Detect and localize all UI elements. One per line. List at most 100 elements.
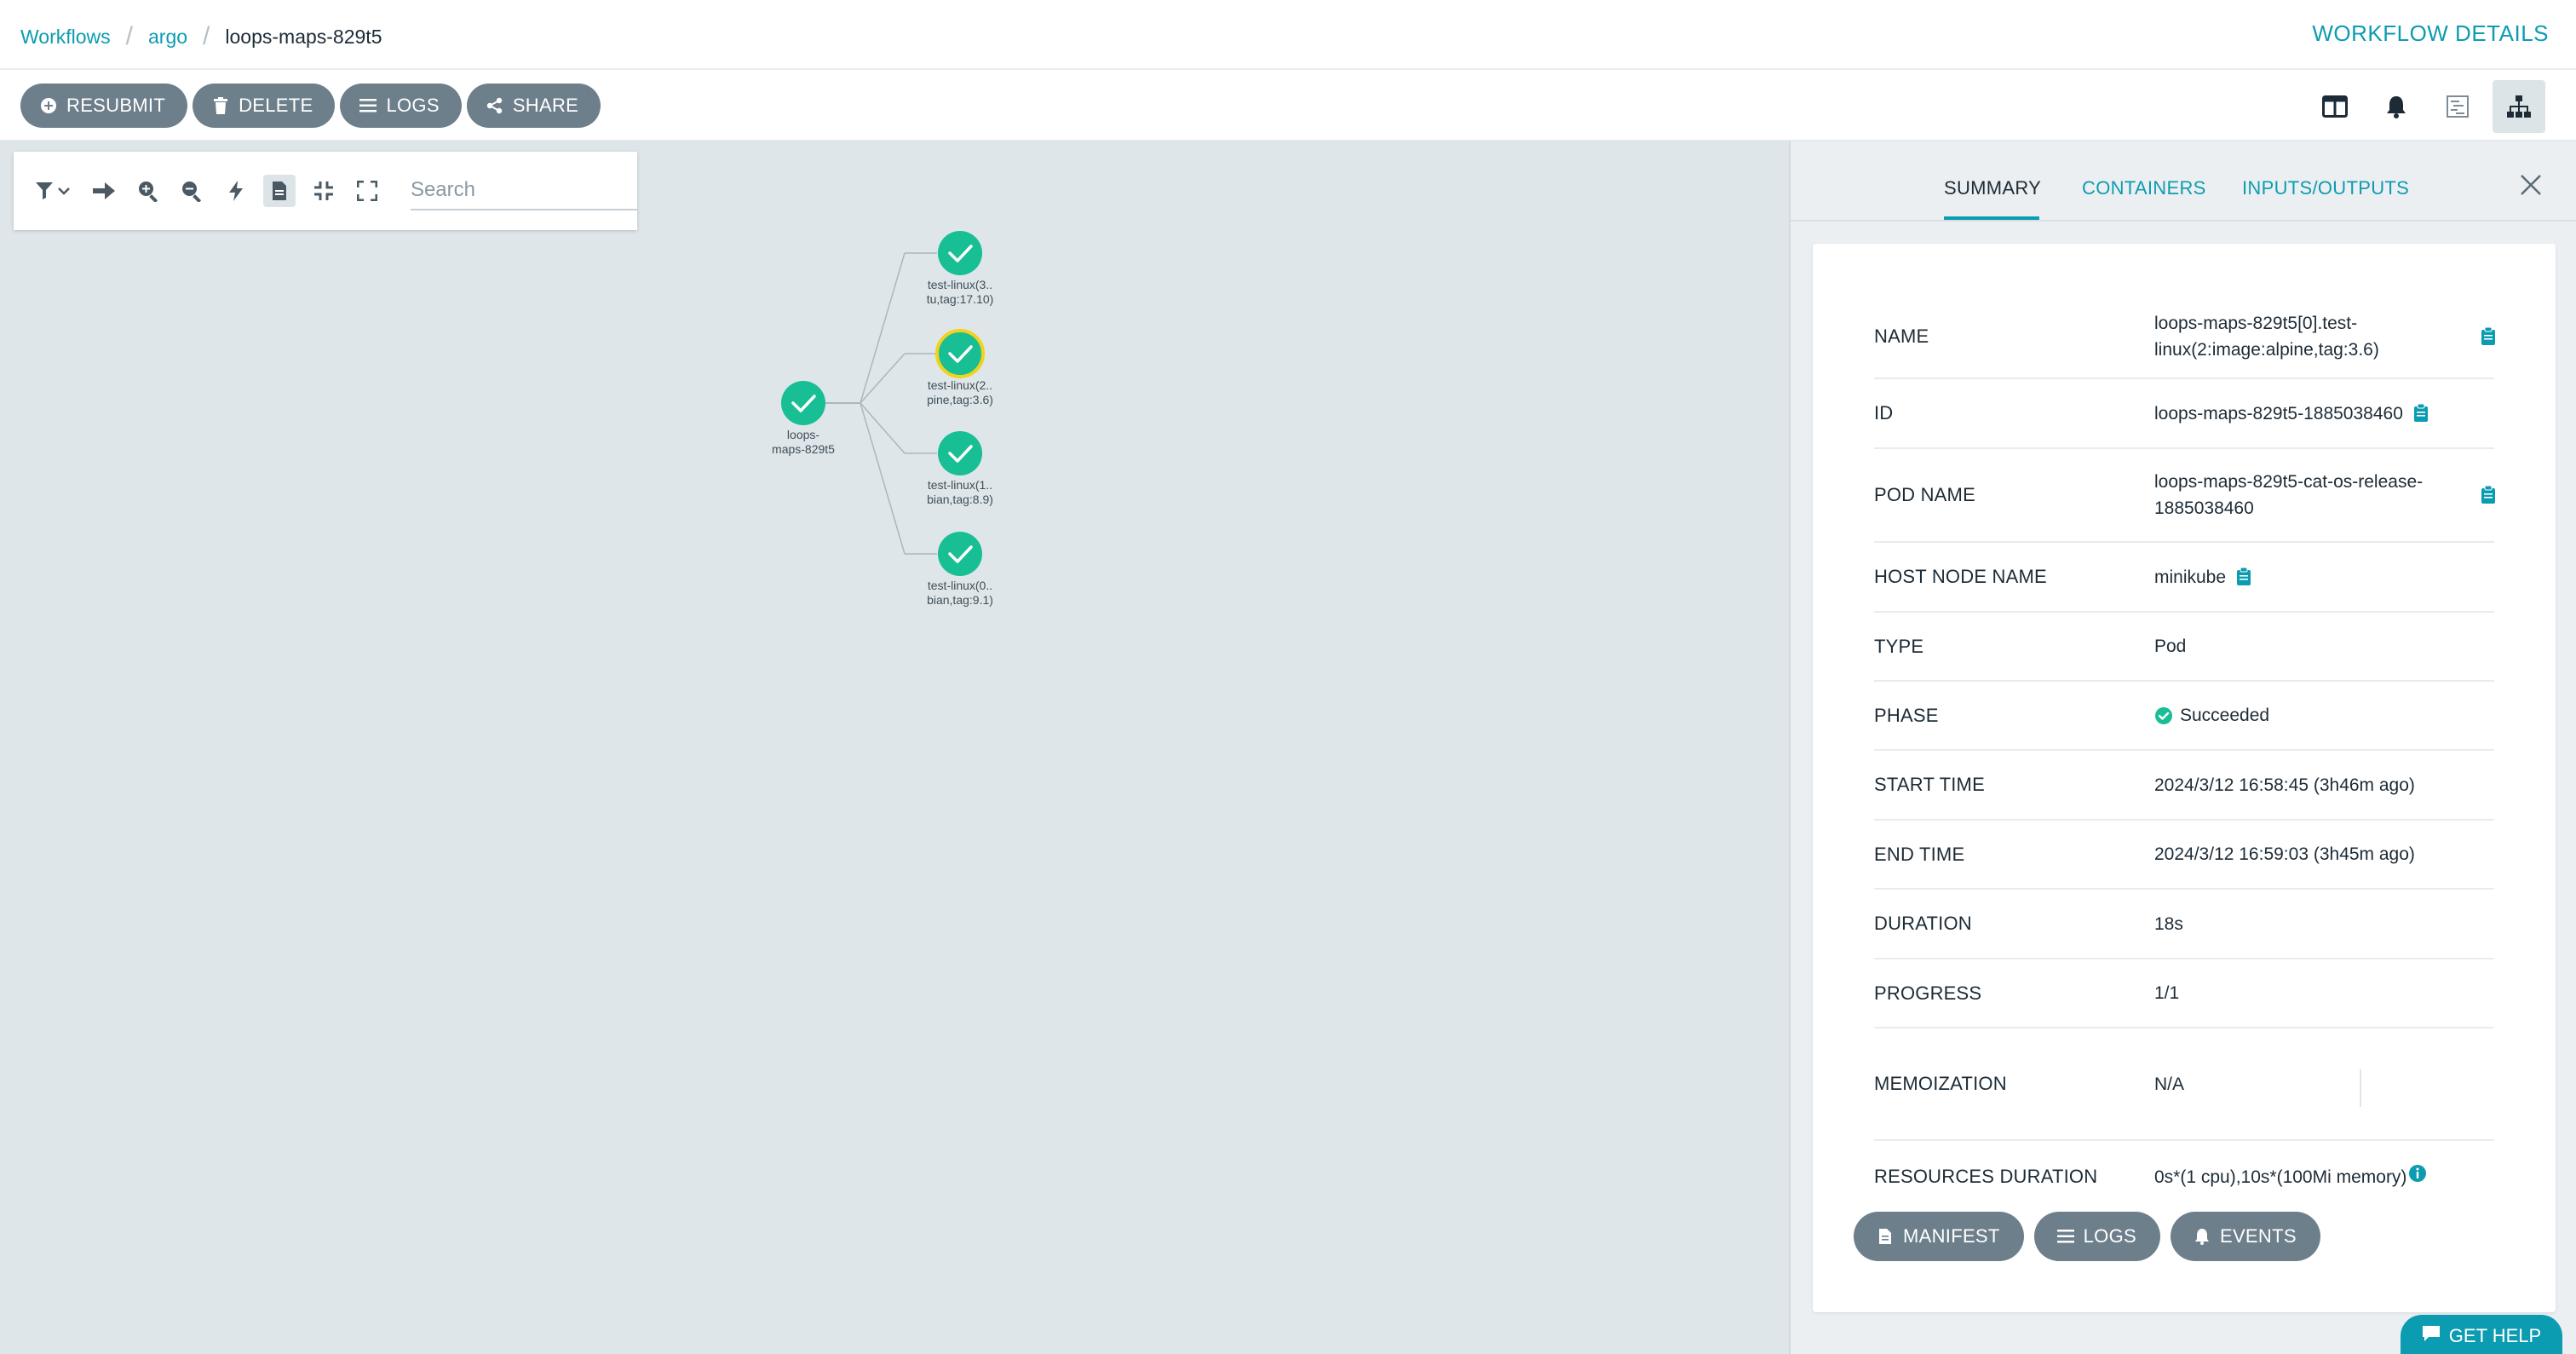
workflow-graph: loops- maps-829t5 test-linux(3.. tu,tag:…: [772, 231, 994, 607]
summary-row-resources-duration: RESOURCES DURATION 0s*(1 cpu),10s*(100Mi…: [1874, 1141, 2494, 1213]
file-icon: [273, 181, 287, 200]
graph-node-label: test-linux(2..: [928, 378, 992, 392]
comment-icon: [2422, 1325, 2441, 1347]
row-value: loops-maps-829t5[0].test- linux(2:image:…: [2154, 310, 2379, 363]
clipboard-icon[interactable]: [2481, 326, 2498, 346]
get-help-button[interactable]: GET HELP: [2401, 1315, 2562, 1354]
row-key: END TIME: [1874, 843, 1965, 865]
list-icon: [359, 96, 377, 115]
node-logs-label: LOGS: [2083, 1225, 2136, 1247]
row-key: ID: [1874, 402, 1894, 423]
host-node-value: minikube: [2154, 567, 2227, 587]
row-value: loops-maps-829t5-1885038460: [2154, 400, 2430, 427]
breadcrumb-separator: /: [203, 22, 210, 50]
collapse-button[interactable]: [308, 175, 340, 207]
row-value: minikube: [2154, 564, 2253, 591]
start-time-value: 2024/3/12 16:58:45 (3h46m ago): [2154, 775, 2415, 795]
trash-icon: [211, 96, 230, 115]
fullscreen-button[interactable]: [351, 175, 383, 207]
breadcrumb-current: loops-maps-829t5: [225, 25, 382, 48]
row-key: NAME: [1874, 325, 1929, 347]
top-header: Workflows / argo / loops-maps-829t5 WORK…: [0, 0, 2576, 70]
row-key: RESOURCES DURATION: [1874, 1166, 2098, 1187]
page-title: WORKFLOW DETAILS: [2312, 20, 2549, 46]
summary-row-host-node: HOST NODE NAME minikube: [1874, 543, 2494, 613]
delete-button[interactable]: DELETE: [193, 84, 336, 128]
row-key: TYPE: [1874, 635, 1924, 657]
type-value: Pod: [2154, 637, 2187, 656]
row-key: PROGRESS: [1874, 982, 1982, 1004]
filter-dropdown-button[interactable]: [32, 175, 76, 207]
graph-search-input[interactable]: [410, 171, 637, 210]
view-graph-button[interactable]: [2493, 80, 2545, 133]
row-key: MEMOIZATION: [1874, 1073, 2007, 1094]
list-icon: [2056, 1227, 2075, 1246]
zoom-in-button[interactable]: [132, 175, 164, 207]
panel-tabs: SUMMARY CONTAINERS INPUTS/OUTPUTS: [1791, 141, 2576, 222]
expand-icon: [357, 181, 378, 201]
close-icon[interactable]: [2518, 172, 2544, 198]
pod-name-value-line: loops-maps-829t5-cat-os-release-: [2154, 472, 2424, 492]
fast-render-button[interactable]: [220, 175, 252, 207]
graph-node-child[interactable]: test-linux(3.. tu,tag:17.10): [927, 231, 994, 306]
events-label: EVENTS: [2219, 1225, 2297, 1247]
zoom-in-icon: [138, 181, 158, 202]
resubmit-button[interactable]: RESUBMIT: [20, 84, 188, 128]
plus-circle-icon: [39, 96, 58, 115]
share-label: SHARE: [512, 95, 579, 116]
view-columns-button[interactable]: [2309, 80, 2361, 133]
manifest-button[interactable]: MANIFEST: [1854, 1212, 2024, 1261]
tab-inputs-outputs[interactable]: INPUTS/OUTPUTS: [2242, 177, 2409, 199]
graph-node-label: test-linux(3..: [928, 278, 992, 291]
graph-node-label: test-linux(1..: [928, 478, 992, 492]
tab-containers[interactable]: CONTAINERS: [2082, 177, 2206, 199]
graph-node-child[interactable]: test-linux(0.. bian,tag:9.1): [927, 532, 993, 607]
workflow-graph-canvas[interactable]: loops- maps-829t5 test-linux(3.. tu,tag:…: [0, 141, 1789, 1354]
info-icon[interactable]: [2408, 1164, 2427, 1190]
summary-row-id: ID loops-maps-829t5-1885038460: [1874, 379, 2494, 449]
view-timeline-button[interactable]: [2431, 80, 2484, 133]
sitemap-icon: [2507, 95, 2531, 118]
node-logs-button[interactable]: LOGS: [2033, 1212, 2160, 1261]
share-icon: [486, 96, 504, 115]
clipboard-icon[interactable]: [2236, 568, 2253, 586]
row-key: HOST NODE NAME: [1874, 566, 2047, 587]
progress-value: 1/1: [2154, 983, 2180, 1003]
graph-node-label: bian,tag:8.9): [927, 493, 993, 506]
row-key: START TIME: [1874, 774, 1985, 795]
graph-node-child[interactable]: test-linux(1.. bian,tag:8.9): [927, 431, 993, 506]
logs-button[interactable]: LOGS: [340, 84, 462, 128]
clipboard-icon[interactable]: [2481, 486, 2498, 504]
share-button[interactable]: SHARE: [466, 84, 601, 128]
summary-row-name: NAME loops-maps-829t5[0].test- linux(2:i…: [1874, 295, 2495, 379]
graph-edge: [803, 252, 906, 404]
duration-value: 18s: [2154, 913, 2183, 934]
breadcrumb-separator: /: [125, 22, 133, 50]
end-time-value: 2024/3/12 16:59:03 (3h45m ago): [2154, 844, 2415, 864]
graph-node-label: bian,tag:9.1): [927, 593, 993, 607]
graph-node-child-selected[interactable]: test-linux(2.. pine,tag:3.6): [927, 329, 993, 406]
tab-summary[interactable]: SUMMARY: [1944, 177, 2041, 199]
id-value: loops-maps-829t5-1885038460: [2154, 403, 2403, 423]
summary-row-type: TYPE Pod: [1874, 613, 2494, 682]
summary-row-progress: PROGRESS 1/1: [1874, 959, 2494, 1028]
resources-duration-value: 0s*(1 cpu),10s*(100Mi memory): [2154, 1167, 2407, 1187]
summary-row-phase: PHASE Succeeded: [1874, 682, 2494, 751]
phase-value: Succeeded: [2180, 706, 2270, 725]
columns-icon: [2322, 95, 2348, 118]
filter-icon: [35, 182, 70, 199]
graph-node-root[interactable]: loops- maps-829t5: [772, 381, 835, 456]
memoization-value: N/A: [2154, 1074, 2185, 1094]
bell-icon: [2387, 96, 2406, 118]
direction-button[interactable]: [88, 175, 120, 207]
show-artifacts-button[interactable]: [263, 175, 296, 207]
breadcrumb-namespace[interactable]: argo: [148, 26, 187, 49]
events-button[interactable]: EVENTS: [2170, 1212, 2320, 1261]
summary-row-start-time: START TIME 2024/3/12 16:58:45 (3h46m ago…: [1874, 751, 2494, 821]
view-events-button[interactable]: [2370, 80, 2423, 133]
breadcrumb-workflows[interactable]: Workflows: [20, 26, 111, 49]
name-value-line: loops-maps-829t5[0].test-: [2154, 313, 2358, 333]
clipboard-icon[interactable]: [2413, 404, 2430, 423]
zoom-out-button[interactable]: [175, 175, 208, 207]
bolt-icon: [228, 181, 243, 201]
